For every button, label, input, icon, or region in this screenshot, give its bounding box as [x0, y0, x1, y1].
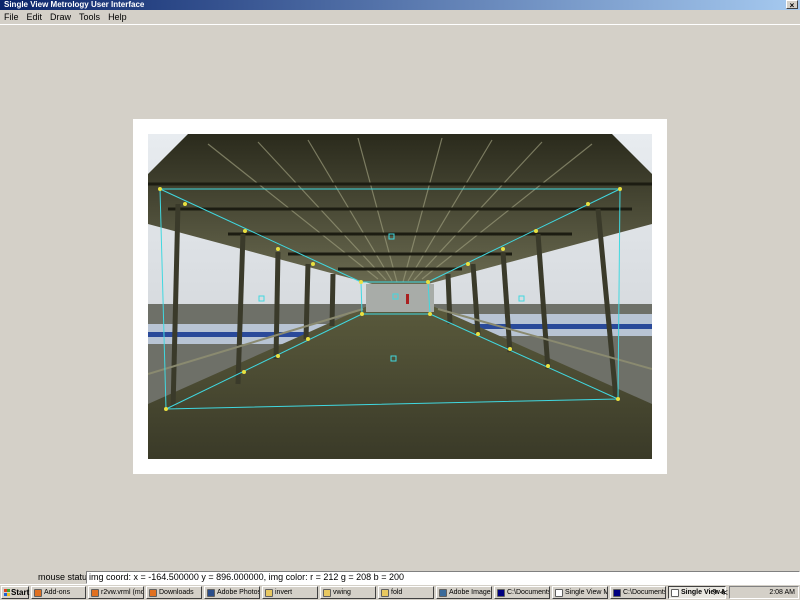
corridor-photo[interactable]	[148, 134, 652, 459]
close-button[interactable]: ×	[786, 0, 798, 10]
taskbar-button-label: Adobe ImageR...	[449, 589, 491, 596]
firefox-icon	[34, 588, 42, 597]
folder-icon	[323, 588, 331, 597]
taskbar-button[interactable]: Single View Me...	[552, 586, 608, 599]
taskbar-button-label: invert	[275, 589, 293, 596]
status-row: mouse status: img coord: x = -164.500000…	[0, 571, 800, 584]
firefox-icon	[91, 588, 99, 597]
window-icon	[671, 588, 679, 597]
taskbar-button[interactable]: C:\Documents ...	[494, 586, 550, 599]
console-icon	[613, 588, 621, 597]
taskbar: Start Add-ons r2vw.vrml (mo... Downloads Ad…	[0, 584, 800, 600]
taskbar-button[interactable]: Downloads	[146, 586, 202, 599]
taskbar-button[interactable]: fold	[378, 586, 434, 599]
status-field: img coord: x = -164.500000 y = 896.00000…	[86, 571, 800, 584]
folder-icon	[265, 588, 273, 597]
corridor-photo-svg	[148, 134, 652, 459]
tray-extra: ? ≪	[712, 586, 728, 599]
taskbar-button-label: Adobe Photoshop	[217, 589, 259, 596]
menu-bar: File Edit Draw Tools Help	[0, 10, 800, 25]
menu-help[interactable]: Help	[104, 10, 131, 24]
image-canvas[interactable]	[133, 119, 667, 474]
start-button[interactable]: Start	[1, 586, 29, 599]
taskbar-button[interactable]: Adobe ImageR...	[436, 586, 492, 599]
clock[interactable]: 2:08 AM	[769, 587, 795, 598]
window-title: Single View Metrology User Interface	[4, 0, 145, 9]
menu-file[interactable]: File	[0, 10, 23, 24]
window-icon	[555, 588, 563, 597]
taskbar-button-label: fold	[391, 589, 403, 596]
taskbar-button-label: C:\Documents ...	[623, 589, 666, 596]
system-tray: 2:08 AM	[729, 586, 799, 599]
expand-tray-icon[interactable]: ≪	[720, 586, 728, 599]
help-tray-icon[interactable]: ?	[712, 586, 716, 599]
taskbar-button[interactable]: invert	[262, 586, 318, 599]
firefox-icon	[149, 588, 157, 597]
windows-logo-icon	[4, 589, 10, 596]
photoshop-icon	[207, 588, 215, 597]
title-bar[interactable]: Single View Metrology User Interface ×	[0, 0, 800, 10]
folder-icon	[381, 588, 389, 597]
taskbar-button-label: vwing	[333, 589, 351, 596]
taskbar-button[interactable]: C:\Documents ...	[610, 586, 666, 599]
taskbar-button[interactable]: vwing	[320, 586, 376, 599]
menu-edit[interactable]: Edit	[23, 10, 47, 24]
taskbar-button[interactable]: Add-ons	[31, 586, 86, 599]
menu-draw[interactable]: Draw	[46, 10, 75, 24]
imageready-icon	[439, 588, 447, 597]
taskbar-button-label: C:\Documents ...	[507, 589, 550, 596]
taskbar-button[interactable]: r2vw.vrml (mo...	[88, 586, 144, 599]
taskbar-button-label: Single View Me...	[565, 589, 607, 596]
corridor-end	[366, 284, 434, 312]
start-label: Start	[11, 588, 30, 597]
taskbar-button-label: r2vw.vrml (mo...	[101, 589, 144, 596]
console-icon	[497, 588, 505, 597]
taskbar-button-label: Add-ons	[44, 589, 71, 596]
taskbar-button-label: Downloads	[159, 589, 194, 596]
taskbar-button[interactable]: Adobe Photoshop	[204, 586, 260, 599]
menu-tools[interactable]: Tools	[75, 10, 104, 24]
